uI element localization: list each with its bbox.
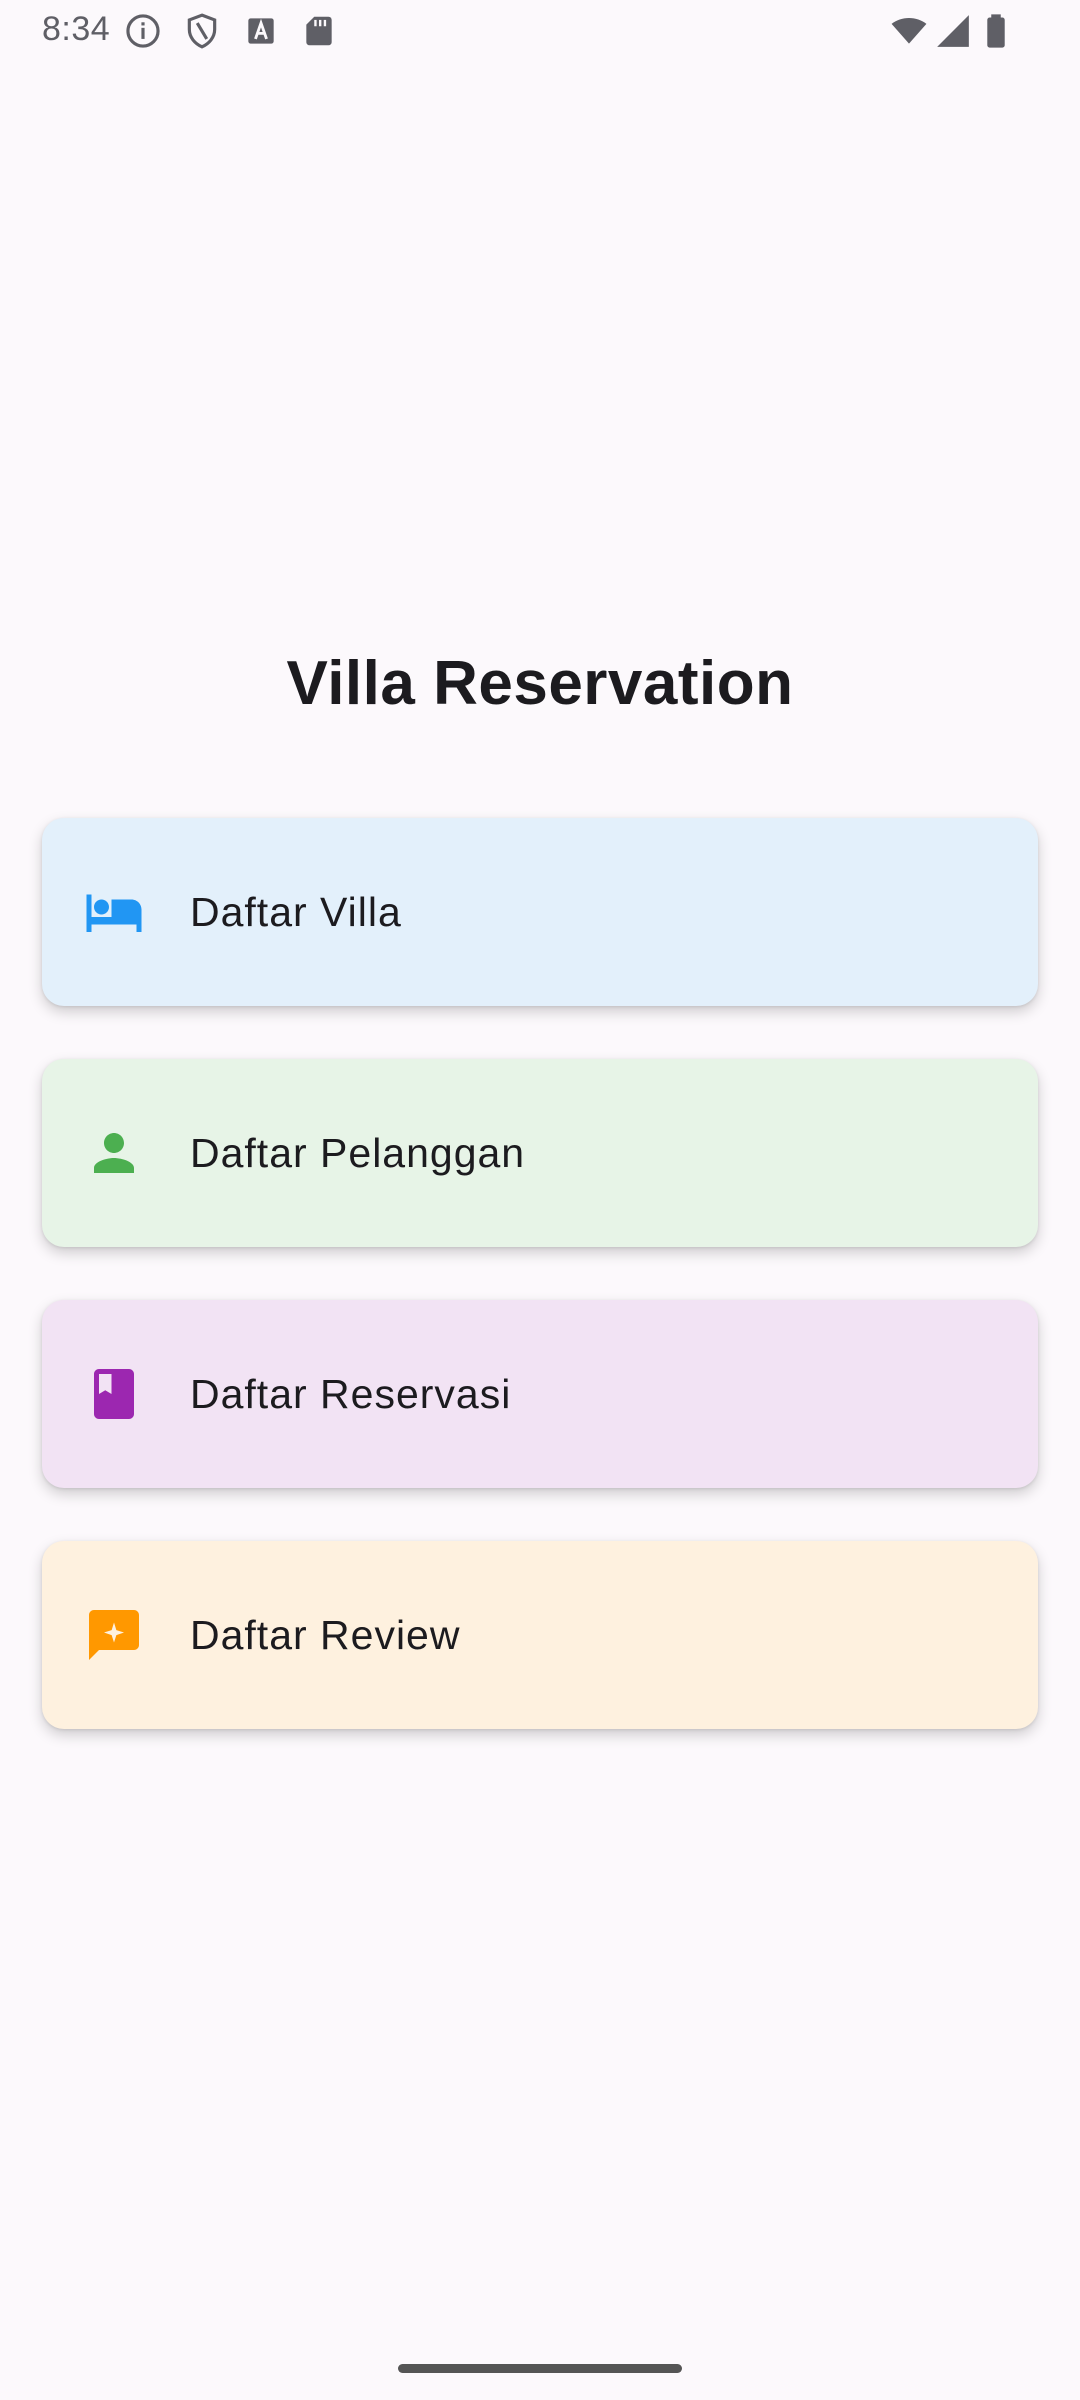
- menu-card-daftar-villa[interactable]: Daftar Villa: [42, 818, 1038, 1006]
- home-gesture-bar[interactable]: [398, 2364, 682, 2373]
- a-box-icon: [242, 12, 280, 50]
- person-icon: [84, 1123, 144, 1183]
- signal-icon: [934, 12, 972, 50]
- menu-card-label: Daftar Pelanggan: [190, 1130, 526, 1176]
- status-bar: 8:34: [0, 0, 1080, 64]
- shield-icon: [183, 12, 221, 50]
- menu-card-label: Daftar Reservasi: [190, 1371, 512, 1417]
- wifi-icon: [890, 12, 928, 50]
- review-icon: [84, 1605, 144, 1665]
- menu-card-label: Daftar Villa: [190, 889, 402, 935]
- info-icon: [124, 12, 162, 50]
- status-time: 8:34: [42, 10, 111, 48]
- bed-icon: [84, 882, 144, 942]
- menu-card-daftar-reservasi[interactable]: Daftar Reservasi: [42, 1300, 1038, 1488]
- menu-card-daftar-review[interactable]: Daftar Review: [42, 1541, 1038, 1729]
- menu-card-label: Daftar Review: [190, 1612, 461, 1658]
- menu-card-daftar-pelanggan[interactable]: Daftar Pelanggan: [42, 1059, 1038, 1247]
- book-icon: [84, 1364, 144, 1424]
- sd-card-icon: [300, 12, 338, 50]
- battery-icon: [977, 12, 1015, 50]
- page-title: Villa Reservation: [286, 649, 794, 718]
